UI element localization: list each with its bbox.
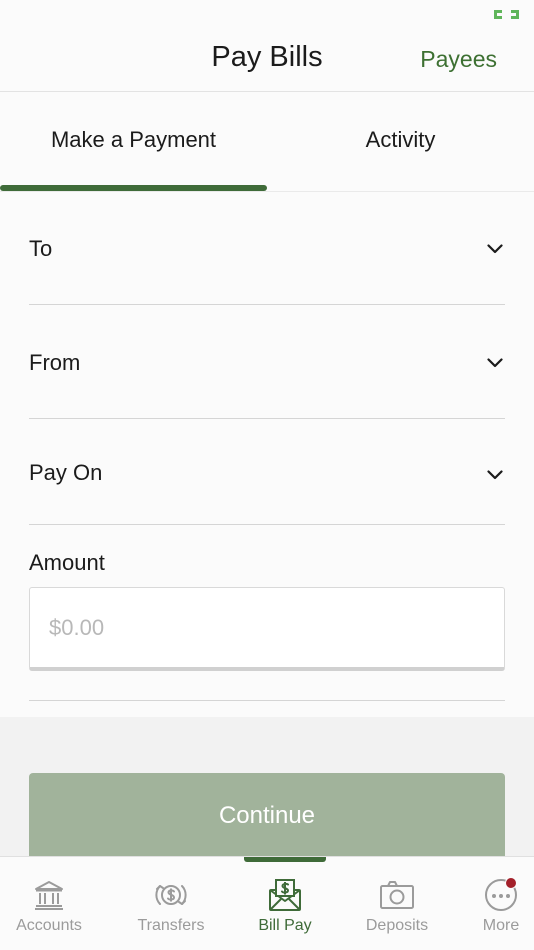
tab-label: Make a Payment <box>50 127 217 152</box>
bill-pay-icon <box>267 877 303 913</box>
chevron-down-icon <box>487 241 503 254</box>
nav-more[interactable]: More <box>448 857 534 950</box>
amount-label: Amount <box>29 550 105 575</box>
battery-icon <box>493 9 520 20</box>
camera-icon <box>379 877 415 913</box>
more-icon <box>483 877 519 913</box>
nav-label: More <box>482 917 520 934</box>
nav-bill-pay[interactable]: Bill Pay <box>232 857 338 950</box>
from-dropdown[interactable]: From <box>29 305 505 419</box>
nav-accounts[interactable]: Accounts <box>0 857 102 950</box>
tab-bar: Make a Payment Activity <box>0 92 534 192</box>
from-label: From <box>29 350 81 375</box>
active-tab-indicator <box>0 185 267 191</box>
amount-input[interactable] <box>29 587 505 671</box>
payment-form: To From Pay On Amount <box>0 193 534 717</box>
status-bar <box>0 0 534 26</box>
pay-on-label: Pay On <box>29 460 103 485</box>
nav-transfers[interactable]: Transfers <box>118 857 224 950</box>
transfer-icon <box>153 877 189 913</box>
continue-button[interactable]: Continue <box>29 773 505 857</box>
tab-make-a-payment[interactable]: Make a Payment <box>0 92 267 192</box>
to-label: To <box>29 236 53 261</box>
action-area: Continue <box>0 717 534 857</box>
to-dropdown[interactable]: To <box>29 193 505 305</box>
payees-link[interactable]: Payees <box>420 46 497 73</box>
nav-label: Transfers <box>137 917 205 934</box>
nav-deposits[interactable]: Deposits <box>344 857 450 950</box>
nav-label: Bill Pay <box>258 917 312 934</box>
tab-label: Activity <box>365 127 436 152</box>
app-header: Pay Bills Payees <box>0 26 534 92</box>
nav-label: Deposits <box>365 917 429 934</box>
chevron-down-icon <box>487 355 503 368</box>
tab-activity[interactable]: Activity <box>267 92 534 192</box>
chevron-down-icon <box>487 467 503 480</box>
pay-on-dropdown[interactable]: Pay On <box>29 419 505 525</box>
nav-label: Accounts <box>16 917 82 934</box>
bottom-navigation: Accounts Transfers Bill Pay Deposits Mor… <box>0 856 534 950</box>
bank-icon <box>31 877 67 913</box>
divider <box>29 700 505 701</box>
